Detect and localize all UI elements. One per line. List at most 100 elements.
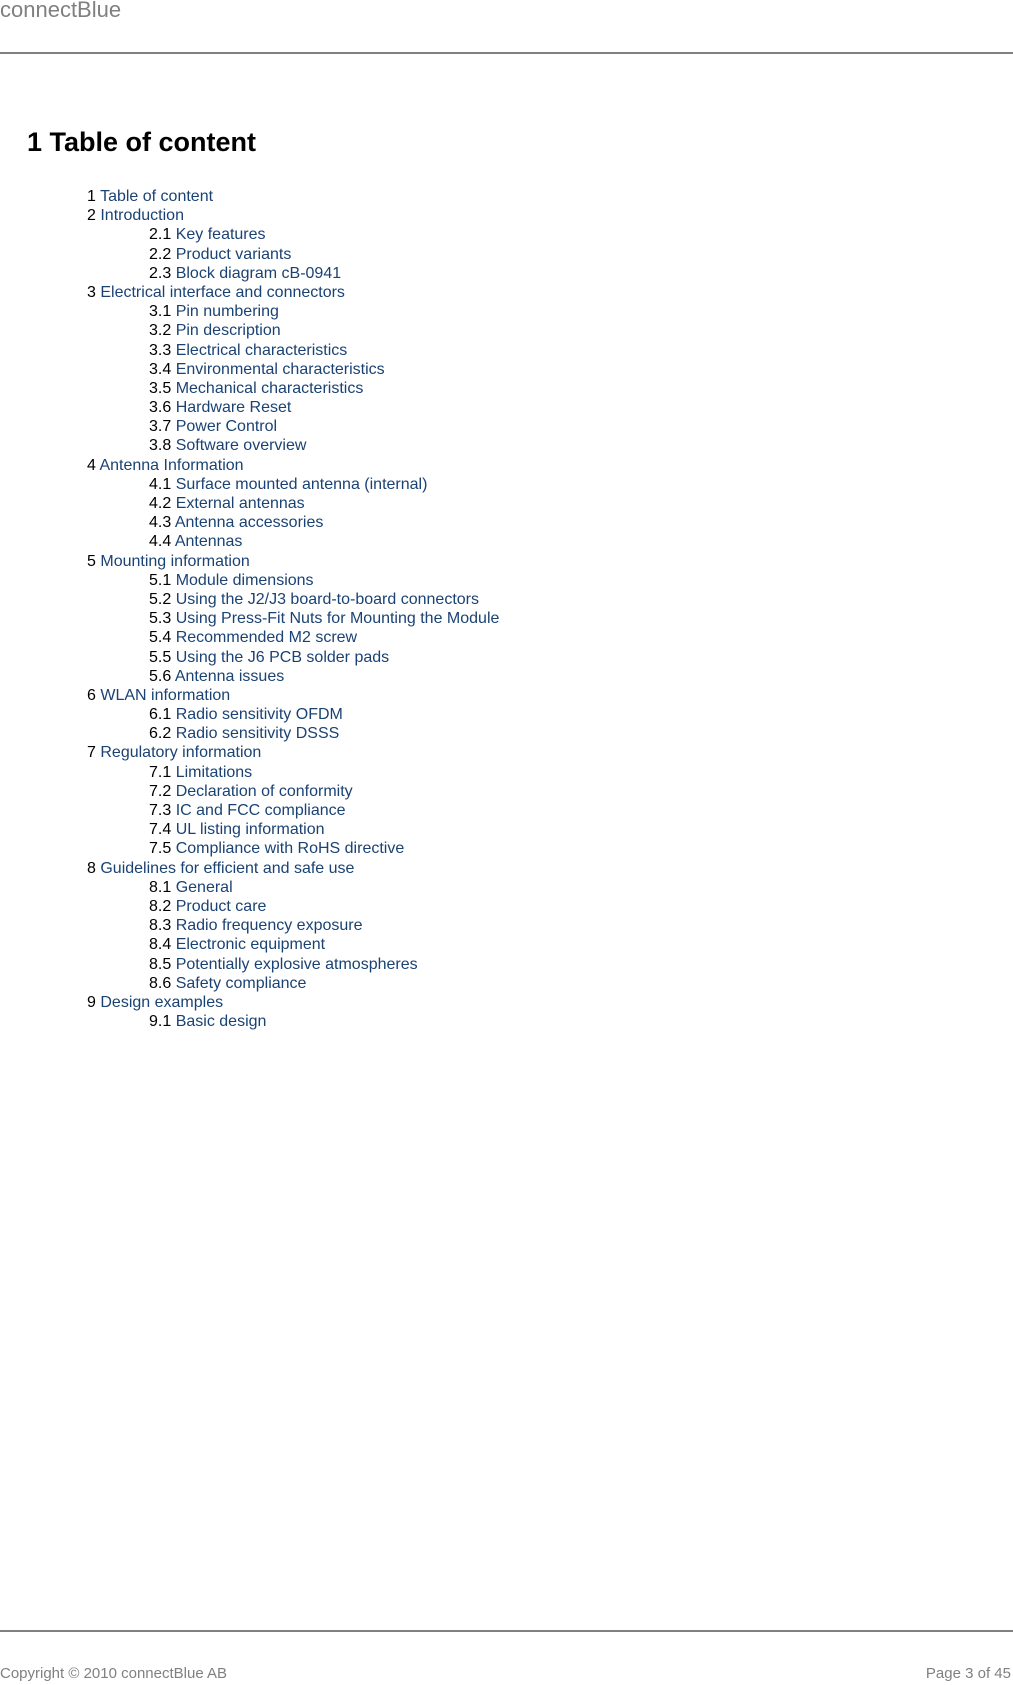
toc-link[interactable]: Radio frequency exposure [176, 917, 363, 934]
table-of-contents: 1 Table of content 2 Introduction 2.1 Key … [87, 187, 499, 1031]
toc-link[interactable]: Limitations [176, 764, 252, 781]
header-divider [0, 52, 1013, 54]
toc-section: 4 Antenna Information [87, 456, 499, 475]
toc-subsection: 8.4 Electronic equipment [87, 935, 499, 954]
toc-link[interactable]: Module dimensions [176, 572, 314, 589]
toc-link[interactable]: Guidelines for efficient and safe use [100, 860, 354, 877]
toc-number: 4.3 [149, 514, 172, 532]
toc-number: 2 [87, 207, 96, 225]
toc-section: 6 WLAN information [87, 686, 499, 705]
toc-subsection: 3.3 Electrical characteristics [87, 341, 499, 360]
toc-link[interactable]: Antenna Information [99, 457, 243, 474]
toc-link[interactable]: Recommended M2 screw [176, 629, 357, 646]
toc-link[interactable]: Mounting information [100, 553, 249, 570]
toc-link[interactable]: IC and FCC compliance [176, 802, 346, 819]
toc-subsection: 4.2 External antennas [87, 494, 499, 513]
toc-subsection: 3.4 Environmental characteristics [87, 360, 499, 379]
toc-link[interactable]: External antennas [176, 495, 305, 512]
toc-link[interactable]: Potentially explosive atmospheres [176, 956, 418, 973]
toc-link[interactable]: Design examples [100, 994, 223, 1011]
toc-number: 4.4 [149, 533, 172, 551]
toc-link[interactable]: Using Press-Fit Nuts for Mounting the Mo… [176, 610, 500, 627]
toc-number: 5.5 [149, 648, 172, 666]
toc-number: 6 [87, 686, 96, 704]
toc-subsection: 8.2 Product care [87, 897, 499, 916]
toc-link[interactable]: Declaration of conformity [176, 783, 353, 800]
toc-link[interactable]: General [176, 879, 233, 896]
toc-link[interactable]: Electrical interface and connectors [100, 284, 345, 301]
toc-link[interactable]: WLAN information [100, 687, 230, 704]
toc-number: 5.1 [149, 571, 172, 589]
toc-link[interactable]: Electrical characteristics [176, 342, 348, 359]
toc-subsection: 7.4 UL listing information [87, 820, 499, 839]
header-brand: connectBlue [0, 0, 122, 22]
toc-link[interactable]: Regulatory information [100, 744, 261, 761]
toc-subsection: 2.1 Key features [87, 225, 499, 244]
toc-link[interactable]: Radio sensitivity DSSS [176, 725, 340, 742]
toc-subsection: 4.4 Antennas [87, 532, 499, 551]
toc-link[interactable]: Using the J2/J3 board-to-board connector… [176, 591, 479, 608]
toc-number: 3 [87, 283, 96, 301]
toc-link[interactable]: Radio sensitivity OFDM [176, 706, 343, 723]
toc-number: 4.2 [149, 495, 172, 512]
toc-number: 5.2 [149, 590, 172, 608]
toc-number: 3.6 [149, 399, 172, 417]
footer-divider [0, 1630, 1013, 1632]
toc-link[interactable]: Surface mounted antenna (internal) [176, 476, 428, 493]
toc-subsection: 6.1 Radio sensitivity OFDM [87, 705, 499, 724]
toc-link[interactable]: Power Control [176, 418, 277, 435]
toc-link[interactable]: Product variants [176, 246, 292, 263]
toc-subsection: 3.8 Software overview [87, 436, 499, 455]
toc-link[interactable]: Compliance with RoHS directive [176, 840, 405, 857]
toc-subsection: 2.3 Block diagram cB-0941 [87, 264, 499, 283]
toc-number: 3.3 [149, 341, 172, 359]
toc-number: 3.7 [149, 418, 172, 436]
toc-link[interactable]: Pin description [176, 322, 281, 339]
toc-subsection: 7.3 IC and FCC compliance [87, 801, 499, 820]
toc-link[interactable]: Safety compliance [176, 975, 307, 992]
toc-link[interactable]: Hardware Reset [176, 399, 292, 416]
toc-link[interactable]: Introduction [100, 207, 184, 224]
toc-number: 8.1 [149, 878, 172, 896]
toc-subsection: 7.2 Declaration of conformity [87, 782, 499, 801]
toc-section: 7 Regulatory information [87, 743, 499, 762]
toc-link[interactable]: Key features [176, 226, 266, 243]
toc-link[interactable]: Software overview [176, 437, 307, 454]
toc-link[interactable]: Mechanical characteristics [176, 380, 364, 397]
toc-link[interactable]: Product care [176, 898, 267, 915]
toc-subsection: 5.2 Using the J2/J3 board-to-board conne… [87, 590, 499, 609]
toc-subsection: 4.3 Antenna accessories [87, 513, 499, 532]
toc-number: 2.3 [149, 264, 172, 282]
toc-link[interactable]: UL listing information [176, 821, 325, 838]
toc-number: 7.5 [149, 840, 172, 858]
toc-link[interactable]: Environmental characteristics [176, 361, 385, 378]
toc-link[interactable]: Pin numbering [176, 303, 279, 320]
toc-number: 2.2 [149, 245, 172, 263]
toc-number: 8 [87, 859, 96, 877]
toc-number: 8.2 [149, 897, 172, 915]
toc-link[interactable]: Table of content [100, 188, 213, 205]
toc-section: 8 Guidelines for efficient and safe use [87, 859, 499, 878]
toc-subsection: 3.2 Pin description [87, 321, 499, 340]
footer-copyright: Copyright © 2010 connectBlue AB [0, 1665, 228, 1682]
toc-section: 3 Electrical interface and connectors [87, 283, 499, 302]
toc-link[interactable]: Using the J6 PCB solder pads [176, 649, 389, 666]
toc-subsection: 5.4 Recommended M2 screw [87, 628, 499, 647]
toc-subsection: 5.1 Module dimensions [87, 571, 499, 590]
toc-link[interactable]: Antenna accessories [175, 514, 324, 531]
toc-link[interactable]: Antennas [175, 533, 243, 550]
toc-link[interactable]: Block diagram cB-0941 [176, 265, 341, 282]
toc-section: 1 Table of content [87, 187, 499, 206]
toc-subsection: 5.6 Antenna issues [87, 667, 499, 686]
toc-link[interactable]: Antenna issues [175, 668, 284, 685]
toc-number: 9.1 [149, 1013, 172, 1031]
toc-subsection: 9.1 Basic design [87, 1012, 499, 1031]
toc-subsection: 6.2 Radio sensitivity DSSS [87, 724, 499, 743]
toc-number: 3.4 [149, 360, 172, 378]
toc-subsection: 5.5 Using the J6 PCB solder pads [87, 648, 499, 667]
toc-link[interactable]: Electronic equipment [176, 936, 325, 953]
toc-number: 3.2 [149, 322, 172, 340]
toc-number: 5.6 [149, 667, 172, 685]
toc-number: 8.3 [149, 917, 172, 935]
toc-link[interactable]: Basic design [176, 1013, 267, 1030]
